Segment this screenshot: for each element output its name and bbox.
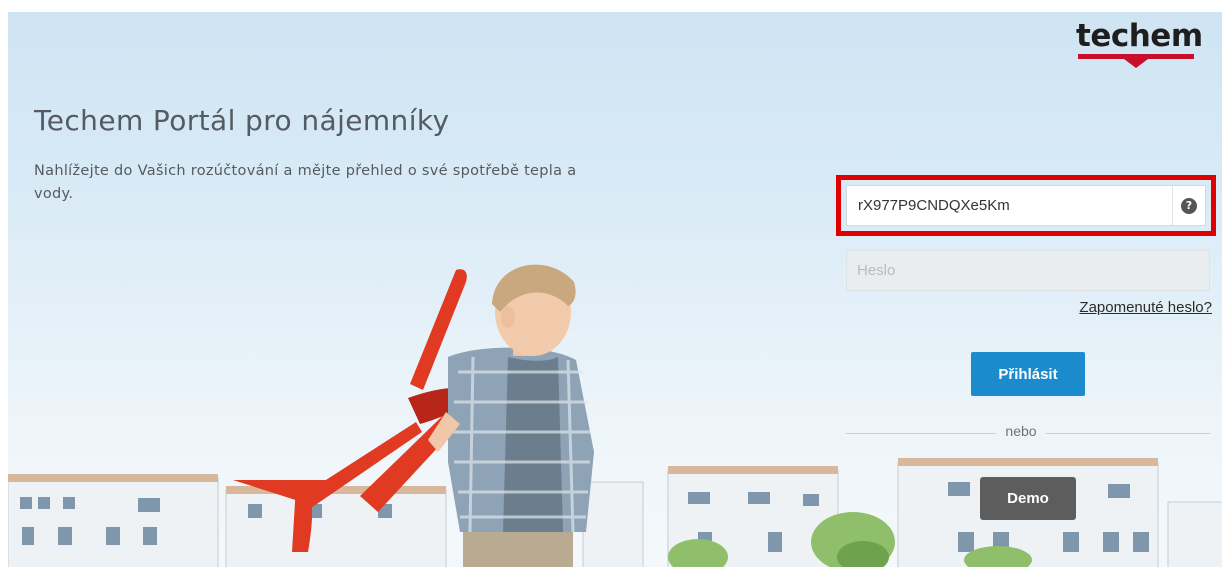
divider-right <box>1046 433 1210 434</box>
username-field[interactable]: ? <box>846 185 1206 226</box>
help-icon-glyph: ? <box>1181 197 1197 214</box>
page-subtitle: Nahlížejte do Vašich rozúčtování a mějte… <box>34 163 577 202</box>
techem-logo[interactable]: techem <box>1076 18 1203 70</box>
hero-background: techem Techem Portál pro nájemníky Nahlí… <box>8 12 1222 567</box>
login-button[interactable]: Přihlásit <box>971 352 1085 396</box>
divider-left <box>846 433 996 434</box>
logo-wordmark: techem <box>1076 18 1203 54</box>
username-input[interactable] <box>847 186 1172 225</box>
password-field[interactable] <box>846 250 1210 291</box>
help-icon[interactable]: ? <box>1173 186 1205 225</box>
or-label: nebo <box>1005 423 1037 439</box>
password-input[interactable] <box>847 251 1209 290</box>
page-title: Techem Portál pro nájemníky <box>34 104 450 137</box>
forgot-password-link[interactable]: Zapomenuté heslo? <box>1018 299 1212 316</box>
logo-swoosh-icon <box>1078 54 1194 68</box>
demo-button[interactable]: Demo <box>980 477 1076 520</box>
